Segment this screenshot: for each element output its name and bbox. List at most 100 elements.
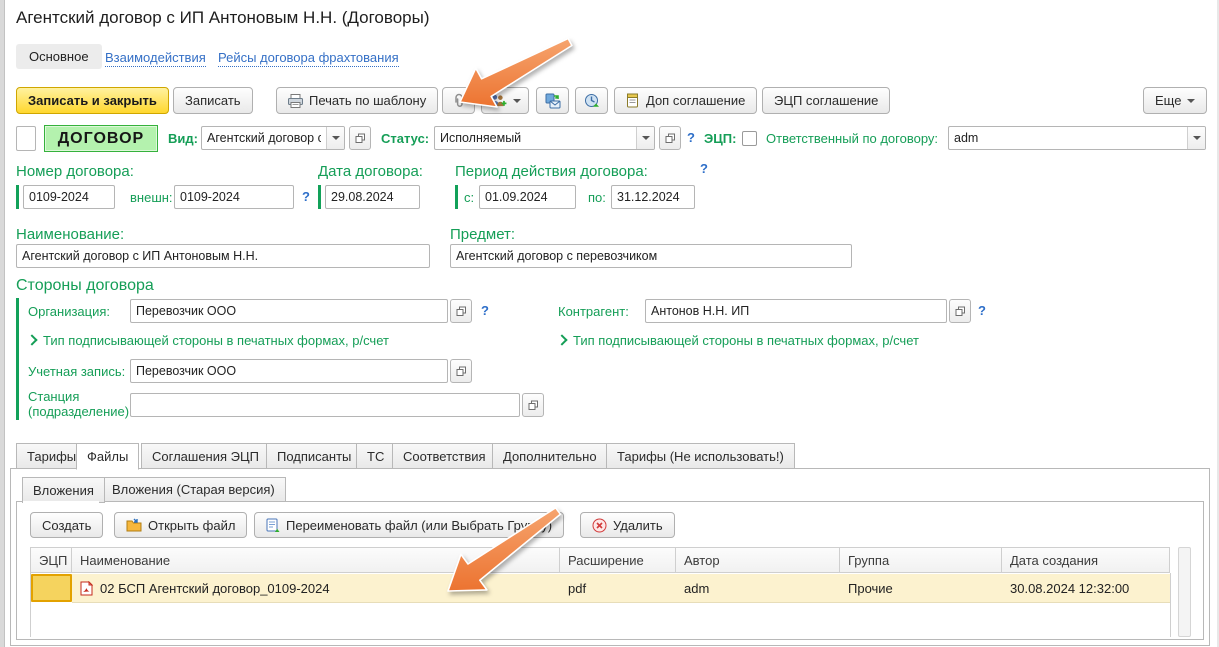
row-cell-created[interactable]: 30.08.2024 12:32:00 (1002, 574, 1170, 603)
print-by-template-button[interactable]: Печать по шаблону (276, 87, 438, 114)
responsible-input[interactable] (949, 127, 1187, 149)
organization-open-button[interactable] (450, 299, 472, 323)
open-folder-icon (126, 518, 142, 532)
vid-input[interactable] (202, 127, 326, 149)
vid-dropdown-button[interactable] (326, 127, 344, 149)
tab-vlozheniya[interactable]: Вложения (22, 477, 105, 503)
responsible-combo[interactable] (948, 126, 1206, 150)
status-help[interactable]: ? (687, 130, 695, 145)
subject-input[interactable] (450, 244, 852, 268)
chevron-right-icon (26, 334, 37, 345)
tab-dopolnitelno[interactable]: Дополнительно (492, 443, 608, 469)
paperclip-icon (451, 93, 467, 109)
station-input[interactable] (130, 393, 520, 417)
create-label: Создать (42, 518, 91, 533)
chevron-down-icon (1193, 136, 1201, 140)
open-file-button[interactable]: Открыть файл (114, 512, 247, 538)
tab-sootvetstviya[interactable]: Соответствия (392, 443, 497, 469)
tab-soglasheniya-ecp[interactable]: Соглашения ЭЦП (141, 443, 270, 469)
col-header-extension[interactable]: Расширение (560, 547, 676, 573)
row-cell-group[interactable]: Прочие (840, 574, 1002, 603)
contragent-label: Контрагент: (558, 304, 629, 319)
print-label: Печать по шаблону (309, 93, 426, 108)
copy-send-icon (545, 93, 561, 109)
status-input[interactable] (435, 127, 636, 149)
contract-date-input[interactable] (325, 185, 420, 209)
contragent-input[interactable] (645, 299, 947, 323)
col-header-ecp[interactable]: ЭЦП (30, 547, 72, 573)
tab-label: Тарифы (27, 449, 76, 464)
period-from-input[interactable] (479, 185, 576, 209)
vid-open-button[interactable] (349, 126, 371, 150)
cell-text: 02 БСП Агентский договор_0109-2024 (100, 581, 330, 596)
station-label: Станция (подразделение): (28, 389, 128, 419)
tab-reisy-dogovora[interactable]: Рейсы договора фрахтования (218, 50, 399, 67)
account-open-button[interactable] (450, 359, 472, 383)
period-to-input[interactable] (611, 185, 695, 209)
copy-to-mail-button[interactable] (536, 87, 569, 114)
ecp-label: ЭЦП: (704, 131, 736, 146)
refresh-history-button[interactable] (575, 87, 608, 114)
tab-vlozheniya-staraya[interactable]: Вложения (Старая версия) (101, 477, 286, 502)
tab-faily[interactable]: Файлы (76, 443, 139, 470)
ecp-checkbox[interactable] (742, 131, 757, 146)
dop-agreement-label: Доп соглашение (646, 93, 745, 108)
tab-podpisanty[interactable]: Подписанты (266, 443, 362, 469)
delete-attachment-button[interactable]: Удалить (580, 512, 675, 538)
clock-refresh-icon (584, 93, 600, 109)
status-open-button[interactable] (659, 126, 681, 150)
name-input[interactable] (16, 244, 430, 268)
number-help[interactable]: ? (302, 189, 310, 204)
contragent-open-button[interactable] (949, 299, 971, 323)
add-contact-person-button[interactable] (481, 87, 529, 114)
chevron-right-icon (556, 334, 567, 345)
vid-combo[interactable] (201, 126, 345, 150)
contragent-help[interactable]: ? (978, 303, 986, 318)
col-header-group[interactable]: Группа (840, 547, 1002, 573)
row-cell-extension[interactable]: pdf (560, 574, 676, 603)
account-input[interactable] (130, 359, 448, 383)
tab-label: ТС (367, 449, 384, 464)
tab-osnovnoe[interactable]: Основное (16, 44, 102, 69)
tab-ts[interactable]: ТС (356, 443, 395, 469)
col-header-author[interactable]: Автор (676, 547, 840, 573)
save-label: Записать (185, 93, 241, 108)
more-button[interactable]: Еще (1143, 87, 1207, 114)
ecp-agreement-button[interactable]: ЭЦП соглашение (762, 87, 890, 114)
tab-label: Вложения (Старая версия) (112, 482, 275, 497)
document-icon (626, 93, 640, 108)
extern-number-input[interactable] (174, 185, 294, 209)
contract-form-window: Агентский договор с ИП Антоновым Н.Н. (Д… (0, 0, 1219, 647)
sign-type-label: Тип подписывающей стороны в печатных фор… (43, 333, 389, 348)
responsible-dropdown-button[interactable] (1187, 127, 1205, 149)
subject-header: Предмет: (450, 226, 515, 243)
attach-file-button[interactable] (442, 87, 475, 114)
required-marker (318, 185, 321, 209)
vid-label: Вид: (168, 131, 198, 146)
period-header: Период действия договора: (455, 163, 648, 180)
row-cell-author[interactable]: adm (676, 574, 840, 603)
station-open-button[interactable] (522, 393, 544, 417)
sign-type-label: Тип подписывающей стороны в печатных фор… (573, 333, 919, 348)
organization-input[interactable] (130, 299, 448, 323)
col-header-name[interactable]: Наименование (72, 547, 560, 573)
sign-type-expander-left[interactable]: Тип подписывающей стороны в печатных фор… (28, 333, 389, 348)
tab-label: Дополнительно (503, 449, 597, 464)
save-and-close-button[interactable]: Записать и закрыть (16, 87, 169, 114)
period-help[interactable]: ? (700, 161, 708, 176)
tab-vzaimodeystviya[interactable]: Взаимодействия (105, 50, 206, 67)
col-header-created[interactable]: Дата создания (1002, 547, 1170, 573)
sign-type-expander-right[interactable]: Тип подписывающей стороны в печатных фор… (558, 333, 919, 348)
status-combo[interactable] (434, 126, 655, 150)
row-cell-ecp[interactable] (31, 574, 72, 602)
status-dropdown-button[interactable] (636, 127, 654, 149)
contract-number-input[interactable] (23, 185, 115, 209)
create-attachment-button[interactable]: Создать (30, 512, 103, 538)
organization-help[interactable]: ? (481, 303, 489, 318)
dop-agreement-button[interactable]: Доп соглашение (614, 87, 757, 114)
table-vertical-scrollbar[interactable] (1178, 547, 1191, 637)
save-button[interactable]: Записать (173, 87, 253, 114)
tab-tarify-ne-ispolzovat[interactable]: Тарифы (Не использовать!) (606, 443, 795, 469)
rename-file-button[interactable]: Переименовать файл (или Выбрать Группу) (254, 512, 564, 538)
row-cell-name[interactable]: 02 БСП Агентский договор_0109-2024 (72, 574, 560, 603)
